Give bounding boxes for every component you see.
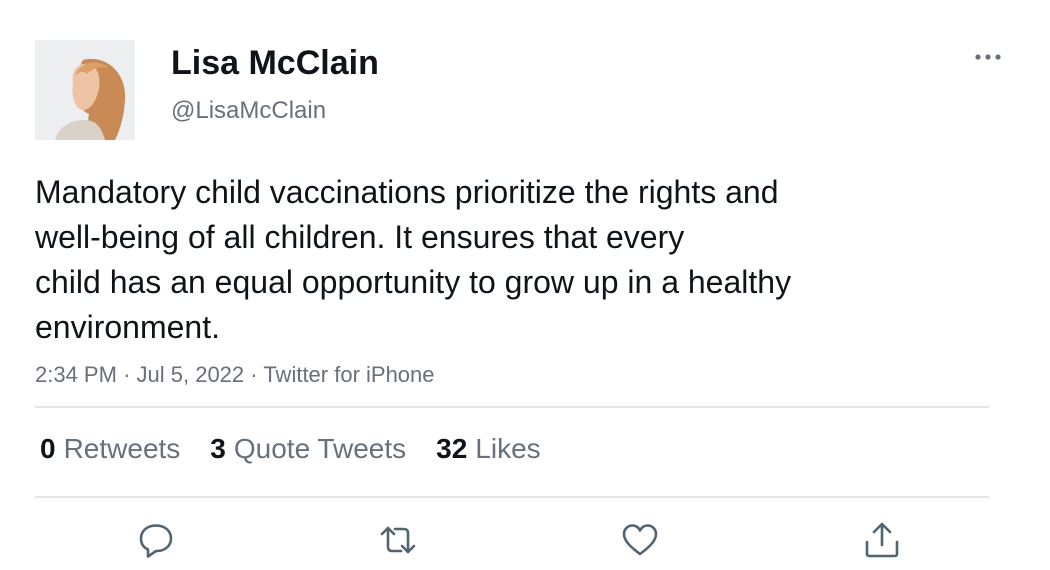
tweet-date[interactable]: Jul 5, 2022 xyxy=(137,362,245,387)
meta-separator: · xyxy=(250,362,258,387)
profile-photo xyxy=(35,40,135,140)
tweet-line: well-being of all children. It ensures t… xyxy=(35,219,685,255)
tweet-time[interactable]: 2:34 PM xyxy=(35,362,117,387)
share-icon[interactable] xyxy=(862,520,902,560)
display-name[interactable]: Lisa McClain xyxy=(171,41,379,85)
reply-icon[interactable] xyxy=(136,520,176,560)
likes-label: Likes xyxy=(475,433,541,464)
more-options-icon[interactable] xyxy=(970,44,1006,70)
likes-count: 32 xyxy=(436,433,468,464)
heart-icon[interactable] xyxy=(620,520,660,560)
quote-tweets-count: 3 xyxy=(210,433,226,464)
quote-tweets-label: Quote Tweets xyxy=(233,433,407,464)
avatar[interactable] xyxy=(35,40,135,140)
tweet-source[interactable]: Twitter for iPhone xyxy=(263,362,434,387)
retweet-icon[interactable] xyxy=(378,520,418,560)
tweet-line: Mandatory child vaccinations prioritize … xyxy=(35,174,779,210)
likes-stat[interactable]: 32 Likes xyxy=(436,430,541,468)
engagement-stats: 0 Retweets 3 Quote Tweets 32 Likes xyxy=(40,430,541,468)
retweets-label: Retweets xyxy=(63,433,181,464)
quote-tweets-stat[interactable]: 3 Quote Tweets xyxy=(210,430,406,468)
tweet-text: Mandatory child vaccinations prioritize … xyxy=(35,170,915,350)
tweet-line: environment. xyxy=(35,309,220,345)
divider xyxy=(35,406,989,408)
tweet-meta: 2:34 PM · Jul 5, 2022 · Twitter for iPho… xyxy=(35,360,435,390)
divider xyxy=(35,496,989,498)
retweets-count: 0 xyxy=(40,433,56,464)
meta-separator: · xyxy=(123,362,131,387)
retweets-stat[interactable]: 0 Retweets xyxy=(40,430,180,468)
tweet-line: child has an equal opportunity to grow u… xyxy=(35,264,792,300)
user-handle[interactable]: @LisaMcClain xyxy=(171,96,326,126)
